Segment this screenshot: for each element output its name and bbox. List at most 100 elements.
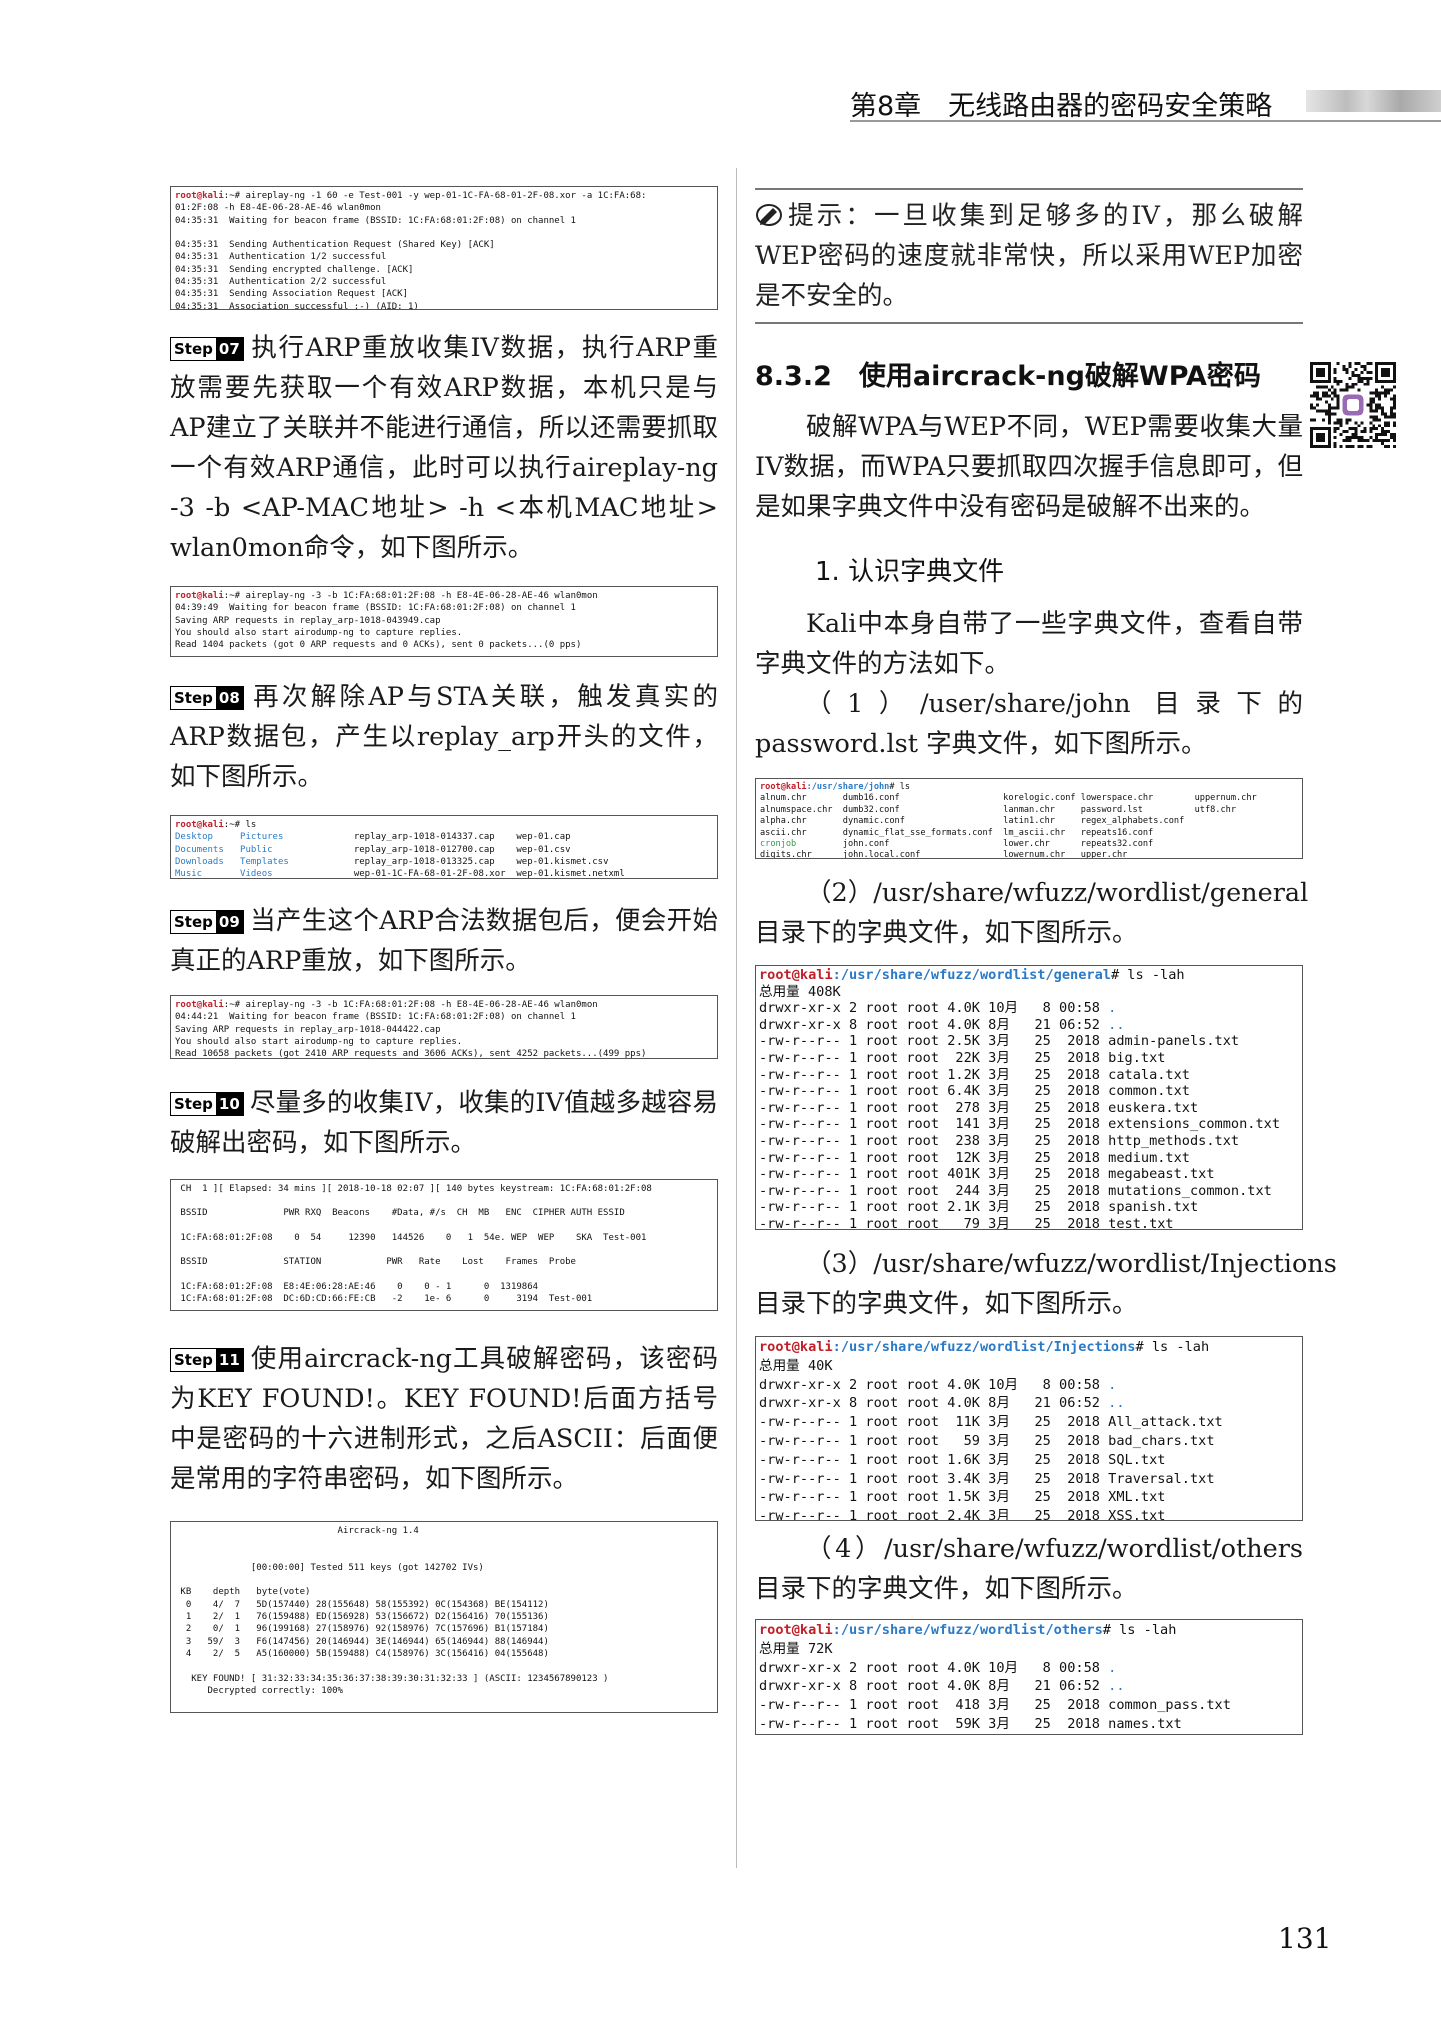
terminal-airodump-output: CH 1 ][ Elapsed: 34 mins ][ 2018-10-18 0… xyxy=(170,1179,718,1311)
step-badge: Step 10 xyxy=(170,1092,244,1116)
terminal-general-ls: root@kali:/usr/share/wfuzz/wordlist/gene… xyxy=(755,965,1303,1230)
terminal-line: 04:35:31 Sending Association Request [AC… xyxy=(175,289,408,300)
terminal-line: -rw-r--r-- 1 root root 141 3月 25 2018 ex… xyxy=(759,1116,1281,1133)
step11-paragraph: Step 11 使用aircrack-ng工具破解密码，该密码为KEY FOUND!… xyxy=(170,1344,718,1494)
tip-box: 提示：一旦收集到足够多的IV，那么破解WEP密码的速度就非常快，所以采用WEP加… xyxy=(755,188,1303,324)
terminal-line: -rw-r--r-- 1 root root 244 3月 25 2018 mu… xyxy=(759,1182,1272,1199)
terminal-line: [00:00:00] Tested 511 keys (got 142702 I… xyxy=(175,1562,484,1573)
terminal-aircrack-output: Aircrack-ng 1.4 [00:00:00] Tested 511 ke… xyxy=(170,1521,718,1713)
terminal-line: You should also start airodump-ng to cap… xyxy=(175,627,463,638)
right-column: 提示：一旦收集到足够多的IV，那么破解WEP密码的速度就非常快，所以采用WEP加… xyxy=(755,180,1337,1735)
terminal-line: 04:39:49 Waiting for beacon frame (BSSID… xyxy=(175,603,576,614)
terminal-line: Music Videos wep-01-1C-FA-68-01-2F-08.xo… xyxy=(175,869,636,879)
terminal-line: root@kali:~# aireplay-ng -3 -b 1C:FA:68:… xyxy=(175,1000,598,1010)
terminal-line: Saving ARP requests in replay_arp-1018-0… xyxy=(175,615,441,626)
terminal-line: 04:44:21 Waiting for beacon frame (BSSID… xyxy=(175,1012,576,1023)
terminal-prompt: root@kali:/usr/share/wfuzz/wordlist/Inje… xyxy=(759,1339,1210,1355)
terminal-line: Read 10658 packets (got 2410 ARP request… xyxy=(175,1049,647,1059)
terminal-line: 1C:FA:68:01:2F:08 E8:4E:06:28:AE:46 0 0 … xyxy=(175,1281,539,1292)
step-badge: Step 08 xyxy=(170,686,244,710)
terminal-prompt: root@kali:~# ls xyxy=(175,820,257,830)
tip-text: 提示：一旦收集到足够多的IV，那么破解WEP密码的速度就非常快，所以采用WEP加… xyxy=(755,201,1303,311)
terminal-line: -rw-r--r-- 1 root root 12K 3月 25 2018 me… xyxy=(759,1149,1190,1166)
terminal-line: 1C:FA:68:01:2F:08 DC:6D:CD:66:FE:CB -2 1… xyxy=(175,1293,593,1304)
terminal-line: -rw-r--r-- 1 root root 238 3月 25 2018 ht… xyxy=(759,1132,1240,1149)
step-badge: Step 09 xyxy=(170,910,244,934)
terminal-line: 1C:FA:68:01:2F:08 0 54 12390 144526 0 1 … xyxy=(175,1232,647,1243)
terminal-line: -rw-r--r-- 1 root root 1.6K 3月 25 2018 S… xyxy=(759,1451,1166,1468)
terminal-line: 04:35:31 Waiting for beacon frame (BSSID… xyxy=(175,215,576,226)
item3-paragraph: （3）/usr/share/wfuzz/wordlist/Injections … xyxy=(755,1249,1337,1319)
terminal-line: 总用量 40K xyxy=(759,1357,833,1374)
terminal-line: 总用量 72K xyxy=(759,1640,833,1657)
terminal-line: -rw-r--r-- 1 root root 2.5K 3月 25 2018 a… xyxy=(759,1033,1240,1050)
terminal-line: 04:35:31 Authentication 1/2 successful xyxy=(175,252,387,263)
header-rule xyxy=(850,120,1441,122)
terminal-line: cronjob john.conf lower.chr repeats32.co… xyxy=(760,839,1257,850)
terminal-line: 3 59/ 3 F6(147456) 20(146944) 3E(146944)… xyxy=(175,1636,549,1647)
step07-paragraph: Step 07 执行ARP重放收集IV数据，执行ARP重放需要先获取一个有效ARP数… xyxy=(170,333,718,563)
wpa-intro-paragraph: 破解WPA与WEP不同，WEP需要收集大量IV数据，而WPA只要抓取四次握手信息… xyxy=(755,412,1303,522)
terminal-line: -rw-r--r-- 1 root root 278 3月 25 2018 eu… xyxy=(759,1099,1199,1116)
step09-paragraph: Step 09 当产生这个ARP合法数据包后，便会开始真正的ARP重放，如下图所示。 xyxy=(170,906,718,976)
terminal-line: drwxr-xr-x 8 root root 4.0K 8月 21 06:52 … xyxy=(759,1016,1125,1033)
terminal-line: 04:35:31 Sending Authentication Request … xyxy=(175,240,495,251)
qr-code[interactable] xyxy=(1310,362,1396,448)
terminal-line: 04:35:31 Sending encrypted challenge. [A… xyxy=(175,264,414,275)
column-divider xyxy=(736,168,737,1868)
terminal-line: drwxr-xr-x 2 root root 4.0K 10月 8 00:58 … xyxy=(759,1659,1117,1676)
terminal-line: 2 0/ 1 96(199168) 27(158976) 92(158976) … xyxy=(175,1624,549,1635)
left-column: root@kali:~# aireplay-ng -1 60 -e Test-0… xyxy=(170,180,718,1713)
terminal-line: Downloads Templates replay_arp-1018-0133… xyxy=(175,856,636,867)
terminal-line: -rw-r--r-- 1 root root 79 3月 25 2018 tes… xyxy=(759,1215,1174,1230)
terminal-line: 总用量 408K xyxy=(759,983,841,1000)
terminal-line: -rw-r--r-- 1 root root 6.4K 3月 25 2018 c… xyxy=(759,1083,1190,1100)
terminal-line: -rw-r--r-- 1 root root 1.2K 3月 25 2018 c… xyxy=(759,1066,1190,1083)
terminal-line: -rw-r--r-- 1 root root 1.5K 3月 25 2018 X… xyxy=(759,1489,1166,1506)
sub-heading: 1. 认识字典文件 xyxy=(815,557,1005,587)
terminal-line: 04:35:31 Authentication 2/2 successful xyxy=(175,277,387,288)
terminal-prompt: root@kali:/usr/share/john# ls xyxy=(760,782,911,792)
terminal-line: BSSID STATION PWR Rate Lost Frames Probe xyxy=(175,1257,576,1268)
terminal-line: -rw-r--r-- 1 root root 59K 3月 25 2018 na… xyxy=(759,1715,1182,1732)
page-header: 第8章 无线路由器的密码安全策略 xyxy=(0,80,1441,122)
terminal-line: alpha.chr dynamic.conf latin1.chr regex_… xyxy=(760,816,1257,827)
terminal-line: You should also start airodump-ng to cap… xyxy=(175,1036,463,1047)
terminal-others-ls: root@kali:/usr/share/wfuzz/wordlist/othe… xyxy=(755,1619,1303,1735)
step-badge: Step 11 xyxy=(170,1348,244,1372)
terminal-line: root@kali:~# aireplay-ng -3 -b 1C:FA:68:… xyxy=(175,591,598,601)
terminal-line: drwxr-xr-x 8 root root 4.0K 8月 21 06:52 … xyxy=(759,1395,1125,1412)
section-heading: 8.3.2 使用aircrack-ng破解WPA密码 xyxy=(755,361,1261,392)
terminal-line: Decrypted correctly: 100% xyxy=(175,1685,343,1696)
terminal-line: 04:35:31 Association successful :-) (AID… xyxy=(175,301,419,310)
terminal-line: -rw-r--r-- 1 root root 59 3月 25 2018 bad… xyxy=(759,1432,1215,1449)
terminal-line: ascii.chr dynamic_flat_sse_formats.conf … xyxy=(760,827,1257,838)
terminal-prompt: root@kali:/usr/share/wfuzz/wordlist/gene… xyxy=(759,967,1185,983)
pencil-icon xyxy=(756,204,782,226)
step08-paragraph: Step 08 再次解除AP与STA关联，触发真实的ARP数据包，产生以replay… xyxy=(170,682,718,792)
terminal-line: Aircrack-ng 1.4 xyxy=(175,1526,419,1536)
terminal-line: root@kali:~# aireplay-ng -1 60 -e Test-0… xyxy=(175,191,647,201)
terminal-line: -rw-r--r-- 1 root root 2.4K 3月 25 2018 X… xyxy=(759,1508,1166,1521)
terminal-line: 0 4/ 7 5D(157440) 28(155648) 58(155392) … xyxy=(175,1599,549,1610)
terminal-line: -rw-r--r-- 1 root root 2.1K 3月 25 2018 s… xyxy=(759,1199,1199,1216)
terminal-line: -rw-r--r-- 1 root root 401K 3月 25 2018 m… xyxy=(759,1166,1215,1183)
item2-paragraph: （2）/usr/share/wfuzz/wordlist/general 目录下… xyxy=(755,878,1309,948)
terminal-line: CH 1 ][ Elapsed: 34 mins ][ 2018-10-18 0… xyxy=(175,1184,652,1194)
chapter-title: 第8章 无线路由器的密码安全策略 xyxy=(850,91,1273,122)
terminal-line: drwxr-xr-x 8 root root 4.0K 8月 21 06:52 … xyxy=(759,1678,1125,1695)
terminal-line: -rw-r--r-- 1 root root 11K 3月 25 2018 Al… xyxy=(759,1414,1223,1431)
terminal-line: alnum.chr dumb16.conf korelogic.conf low… xyxy=(760,793,1257,804)
terminal-auth-output: root@kali:~# aireplay-ng -1 60 -e Test-0… xyxy=(170,186,718,310)
terminal-line: -rw-r--r-- 1 root root 3.4K 3月 25 2018 T… xyxy=(759,1470,1215,1487)
terminal-line: Desktop Pictures replay_arp-1018-014337.… xyxy=(175,832,636,843)
terminal-line: 4 2/ 5 A5(160000) 5B(159488) C4(158976) … xyxy=(175,1648,549,1659)
